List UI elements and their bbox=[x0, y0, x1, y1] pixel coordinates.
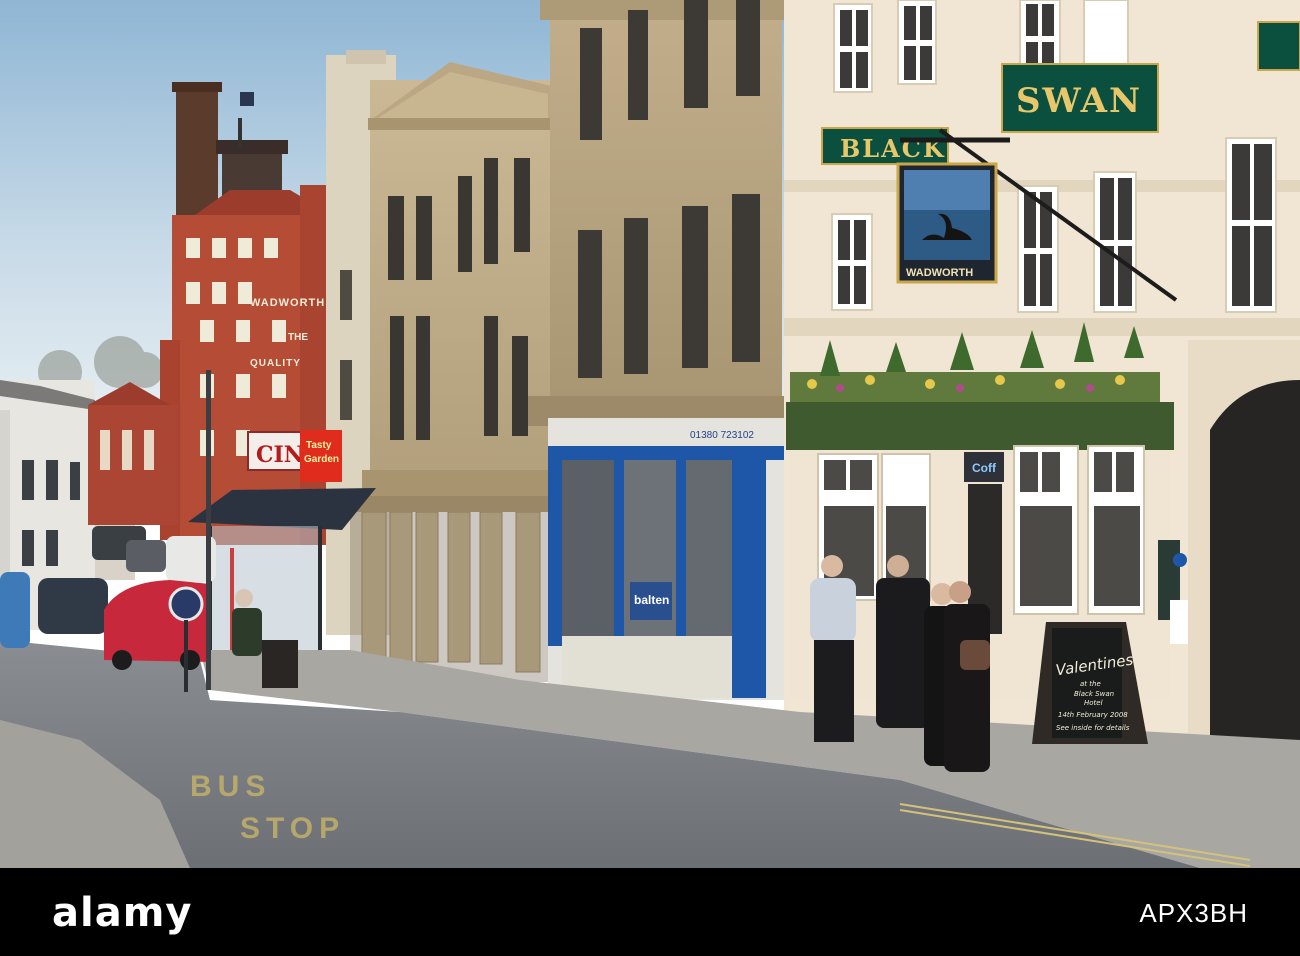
chalkboard-line-6: See inside for details bbox=[1056, 724, 1130, 732]
brewery-line-3: QUALITY bbox=[250, 358, 301, 369]
stock-image-id: APX3BH bbox=[1139, 898, 1248, 928]
coffee-sign-fragment: Coff bbox=[972, 461, 997, 475]
cinema-sign-text: CIN bbox=[256, 442, 304, 468]
alamy-logo: alamy bbox=[52, 890, 193, 936]
hanging-sign-brewery: WADWORTH bbox=[906, 267, 973, 279]
window-poster-text: balten bbox=[634, 593, 669, 607]
takeaway-line-2: Garden bbox=[304, 454, 339, 465]
pub-name-swan: SWAN bbox=[1016, 81, 1142, 121]
road-marking-bus: BUS bbox=[190, 770, 271, 803]
brewery-name-lettering: WADWORTH bbox=[250, 297, 325, 309]
pub-awning-garland bbox=[786, 402, 1174, 450]
flower-boxes bbox=[790, 372, 1160, 406]
road-marking-stop: STOP bbox=[240, 812, 345, 845]
black-swan-hotel: BLACK SWAN WADWORTH Coff bbox=[784, 0, 1300, 745]
chalkboard-line-2: at the bbox=[1080, 680, 1101, 688]
street-photograph: WADWORTH THE QUALITY balten 01380 723102… bbox=[0, 0, 1300, 868]
chalkboard-line-3: Black Swan bbox=[1074, 690, 1114, 698]
no-entry-sign bbox=[168, 586, 204, 622]
agent-phone-number: 01380 723102 bbox=[690, 430, 754, 441]
chalkboard-line-5: 14th February 2008 bbox=[1058, 711, 1128, 719]
street-scene: WADWORTH THE QUALITY balten 01380 723102… bbox=[0, 0, 1300, 868]
takeaway-line-1: Tasty bbox=[306, 440, 332, 451]
brewery-line-2: THE bbox=[288, 332, 308, 343]
chalkboard-line-4: Hotel bbox=[1084, 699, 1103, 707]
street-lamp-post bbox=[206, 370, 211, 690]
stone-portico-building bbox=[350, 62, 560, 682]
stock-watermark-bar: alamy APX3BH bbox=[0, 868, 1300, 956]
stone-terrace-building: balten 01380 723102 bbox=[528, 0, 790, 700]
